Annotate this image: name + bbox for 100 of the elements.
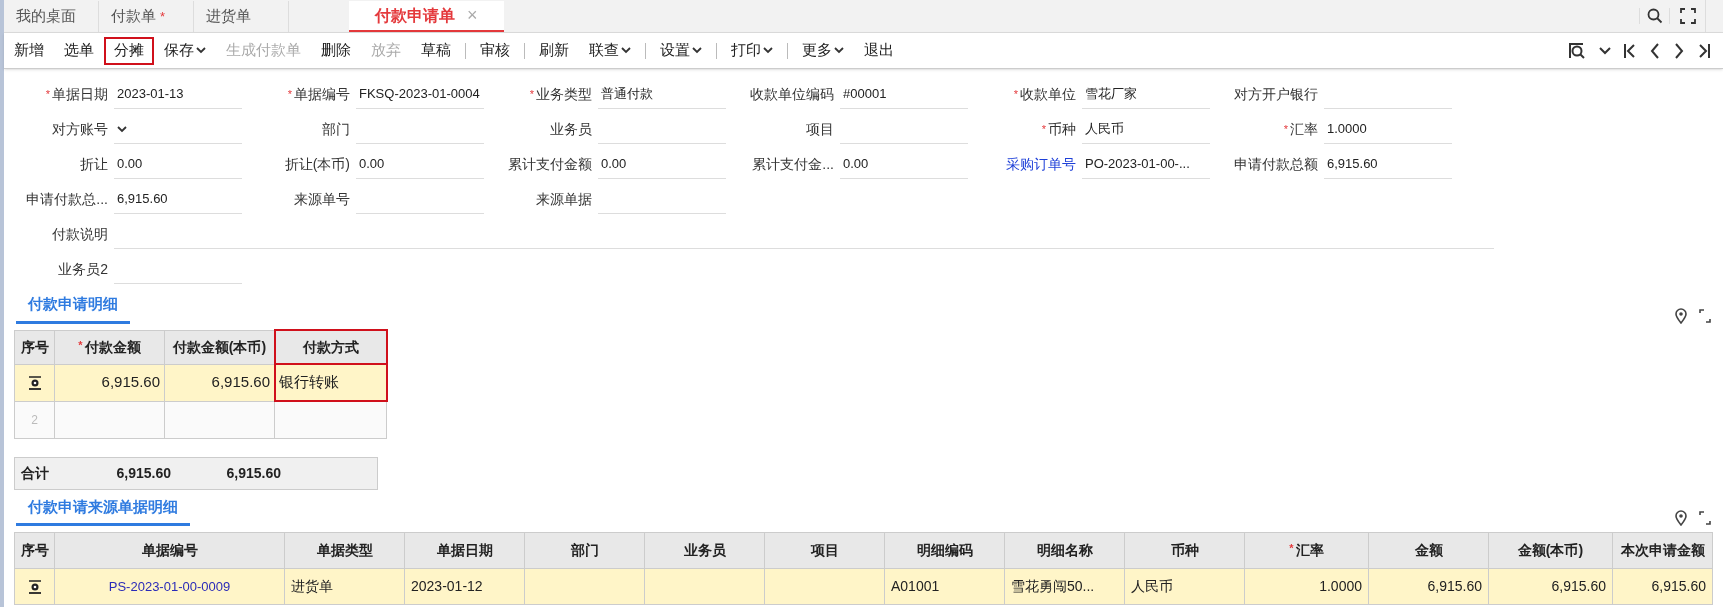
input-field[interactable]: 人民币 [1082,115,1210,144]
section-title[interactable]: 付款申请明细 [16,293,130,324]
toolbar-button[interactable]: 审核 [470,36,529,65]
toolbar-button[interactable]: 保存 [154,36,216,65]
field-label: 付款说明 [52,225,108,244]
caret-icon[interactable] [117,125,127,133]
table-cell: 1.0000 [1319,578,1362,594]
column-header[interactable]: 付款金额 [84,338,141,355]
total-value: 6,915.60 [115,463,172,483]
input-field[interactable]: 0.00 [114,150,242,179]
previous-icon[interactable] [1649,41,1661,60]
required-mark: * [1283,122,1288,138]
input-field[interactable]: 6,915.60 [114,185,242,214]
column-header[interactable]: 金额 [1414,542,1443,558]
column-header[interactable]: 付款方式 [302,338,359,355]
location-pin-icon[interactable] [1675,307,1687,324]
required-mark: * [1041,122,1046,138]
row-marker-icon[interactable] [26,374,43,391]
input-field[interactable]: 0.00 [598,150,726,179]
toolbar-button[interactable]: 刷新 [529,36,579,65]
toolbar-button[interactable]: 设置 [650,36,721,65]
table-cell: 6,915.60 [1551,578,1606,594]
row-marker-icon[interactable] [26,578,43,595]
caret-icon[interactable] [621,47,631,54]
input-field[interactable]: 1.0000 [1324,115,1452,144]
toolbar-button[interactable]: 删除 [311,36,361,65]
tab-label: 付款单 [111,6,156,27]
field-label: 单据编号 [294,85,350,104]
table-cell: 人民币 [1131,578,1173,594]
input-field[interactable]: 2023-01-13 [114,80,242,109]
section-title[interactable]: 付款申请来源单据明细 [16,495,190,526]
required-mark: * [529,87,534,103]
tab[interactable]: 进货单 [194,1,289,32]
column-header[interactable]: 业务员 [683,542,726,558]
field-label: 来源单号 [294,190,350,209]
field-label: 累计支付金额 [508,155,592,174]
field-label: 申请付款总额 [1234,155,1318,174]
next-icon[interactable] [1673,41,1685,60]
field-link[interactable]: 采购订单号 [1006,154,1076,175]
field-label: 对方开户银行 [1234,85,1318,104]
first-record-icon[interactable] [1623,41,1637,60]
caret-icon[interactable] [196,47,206,54]
last-record-icon[interactable] [1697,41,1711,60]
column-header[interactable]: 汇率 [1295,542,1324,558]
field-label: 申请付款总... [26,190,108,209]
caret-icon[interactable] [834,47,844,54]
tab[interactable]: 我的桌面 [4,1,99,32]
toolbar-button[interactable]: 更多 [792,36,854,65]
required-mark: * [1289,542,1294,554]
input-field[interactable]: FKSQ-2023-01-0004 [356,80,484,109]
toolbar-button[interactable]: 退出 [854,36,904,65]
tab[interactable]: 付款申请单 × [349,1,504,32]
total-label: 合计 [20,463,50,483]
input-field[interactable]: 6,915.60 [1324,150,1452,179]
caret-icon[interactable] [692,47,702,54]
column-header[interactable]: 付款金额(本币) [172,338,267,355]
modified-mark: * [160,7,166,26]
column-header[interactable]: 项目 [810,542,839,558]
table-cell: A01001 [891,578,940,594]
field-label: 项目 [806,120,834,139]
input-field[interactable]: 0.00 [840,150,968,179]
column-header[interactable]: 部门 [570,542,599,558]
input-field[interactable]: #00001 [840,80,968,109]
field-label: 单据日期 [52,85,108,104]
field-label: 折让(本币) [284,155,350,174]
field-label: 折让 [80,155,108,174]
input-field[interactable]: PO-2023-01-00-... [1082,150,1210,179]
toolbar-button[interactable]: 分摊 [104,36,154,65]
field-label: 收款单位编码 [750,85,834,104]
toolbar-button[interactable]: 联查 [579,36,650,65]
toolbar-button[interactable]: 草稿 [411,36,470,65]
caret-icon[interactable] [763,47,773,54]
required-mark: * [45,87,50,103]
table-row[interactable]: PS-2023-01-00-0009 进货单 2023-01-12 A01001 雪花勇闯50... 人民币 1.0000 6,915.60 6,915.60 6,915.60 [14,568,1713,605]
expand-icon[interactable] [1699,308,1711,323]
column-header[interactable]: 单据编号 [141,542,198,558]
column-header[interactable]: 序号 [20,338,49,355]
table-cell: 6,915.60 [1427,578,1482,594]
field-label: 业务类型 [536,85,592,104]
required-mark: * [78,338,83,351]
required-mark: * [1013,87,1018,103]
table-row[interactable]: 6,915.60 6,915.60 银行转账 [14,364,387,401]
preview-icon[interactable] [1567,40,1587,61]
column-header[interactable]: 币种 [1170,542,1199,558]
tab[interactable]: 付款单 * [99,1,194,32]
location-pin-icon[interactable] [1675,510,1687,526]
toolbar-button[interactable]: 选单 [54,36,104,65]
expand-icon[interactable] [1699,511,1711,525]
input-field[interactable]: 0.00 [356,150,484,179]
row-number: 2 [31,413,38,428]
tab-label: 进货单 [206,6,251,27]
input-field[interactable]: 雪花厂家 [1082,80,1210,109]
toolbar-button[interactable]: 打印 [721,36,792,65]
caret-icon[interactable] [1599,46,1611,55]
field-label: 收款单位 [1020,85,1076,104]
fullscreen-icon[interactable] [1679,8,1696,24]
search-icon[interactable] [1646,8,1663,24]
table-cell: 银行转账 [279,373,339,391]
input-field[interactable]: 普通付款 [598,80,726,109]
toolbar-button[interactable]: 新增 [4,36,54,65]
